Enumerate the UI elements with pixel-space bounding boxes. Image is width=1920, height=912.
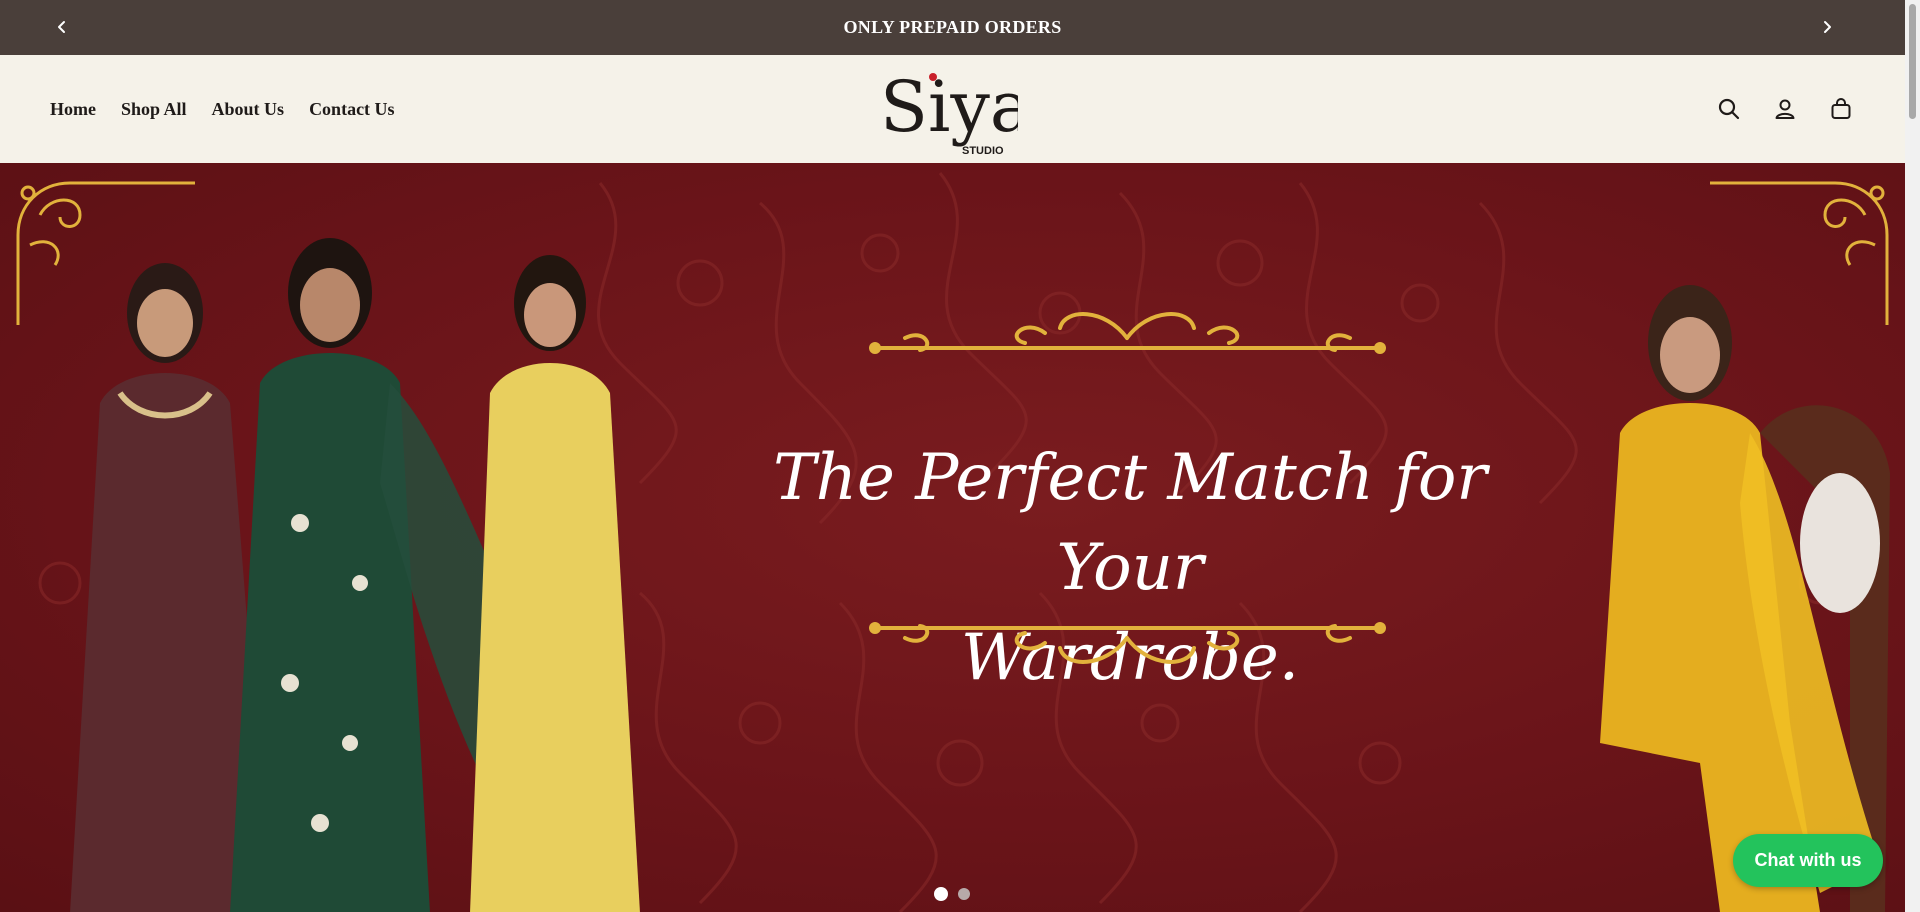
- nav-shop-all[interactable]: Shop All: [121, 99, 187, 120]
- chat-with-us-button[interactable]: Chat with us: [1733, 834, 1883, 887]
- scrollbar-thumb[interactable]: [1909, 4, 1916, 119]
- divider-bottom-ornament: [869, 622, 1386, 664]
- page-scrollbar[interactable]: [1905, 0, 1920, 912]
- cart-icon[interactable]: [1829, 97, 1853, 121]
- site-header: Home Shop All About Us Contact Us Siya S…: [0, 55, 1905, 163]
- search-icon[interactable]: [1717, 97, 1741, 121]
- nav-contact-us[interactable]: Contact Us: [309, 99, 395, 120]
- models-group-image: [70, 238, 640, 912]
- account-icon[interactable]: [1773, 97, 1797, 121]
- slide-dot-1[interactable]: [934, 887, 948, 901]
- logo-wordmark: Siya: [880, 66, 1018, 148]
- slide-dot-2[interactable]: [958, 888, 970, 900]
- page: ONLY PREPAID ORDERS Home Shop All About …: [0, 0, 1905, 912]
- announcement-next-button[interactable]: [1812, 13, 1842, 43]
- site-logo[interactable]: Siya STUDIO: [878, 63, 1032, 158]
- model-right-image: [1600, 285, 1890, 912]
- main-nav: Home Shop All About Us Contact Us: [50, 55, 395, 163]
- nav-about-us[interactable]: About Us: [212, 99, 285, 120]
- nav-home[interactable]: Home: [50, 99, 96, 120]
- hero-title-line1: The Perfect Match for Your: [773, 441, 1487, 605]
- divider-top-ornament: [869, 312, 1386, 354]
- announcement-text: ONLY PREPAID ORDERS: [843, 17, 1062, 37]
- announcement-bar: ONLY PREPAID ORDERS: [0, 0, 1905, 55]
- logo-studio-text: STUDIO: [962, 145, 1004, 157]
- slider-dots: [934, 887, 970, 901]
- chevron-right-icon: [1821, 19, 1833, 38]
- header-icons: [1717, 55, 1853, 163]
- hero-banner[interactable]: The Perfect Match for Your Wardrobe.: [0, 163, 1905, 912]
